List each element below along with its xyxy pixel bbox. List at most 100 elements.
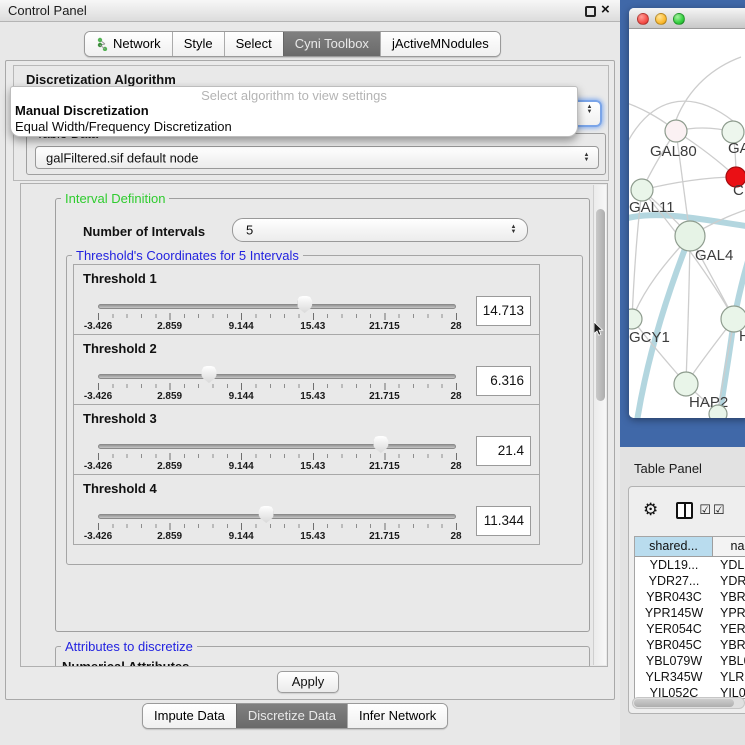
tick-label: -3.426 (84, 531, 112, 542)
combo-stepper-icon[interactable]: ▲▼ (581, 153, 592, 163)
slider-thumb[interactable] (201, 366, 216, 383)
apply-button[interactable]: Apply (277, 671, 339, 693)
checkbox-checked-icon[interactable]: ☑ (699, 503, 711, 518)
threshold-value-field[interactable]: 6.316 (476, 366, 531, 396)
panel-title: Control Panel (8, 3, 87, 18)
slider-track[interactable] (98, 514, 456, 519)
split-columns-icon[interactable] (676, 502, 693, 519)
table-row[interactable]: YBL079WYBL0 (635, 653, 745, 669)
dropdown-option-equal-width[interactable]: Equal Width/Frequency Discretization (11, 119, 577, 135)
network-icon (96, 37, 109, 51)
network-canvas[interactable]: GAL80GACGAL11GAL4GCY1HHAP2 (629, 29, 745, 418)
gear-icon[interactable]: ⚙ (643, 500, 658, 520)
node-label: GAL80 (650, 143, 697, 160)
table-data-combobox[interactable]: galFiltered.sif default node ▲▼ (35, 146, 599, 169)
tab-label: Impute Data (154, 708, 225, 723)
network-view-window: GAL80GACGAL11GAL4GCY1HHAP2 (629, 8, 745, 418)
slider-ticks (98, 383, 457, 390)
cell-name[interactable]: YBL0 (713, 653, 745, 669)
tab-network[interactable]: Network (85, 32, 172, 56)
tick-label: 28 (450, 321, 461, 332)
cell-name[interactable]: YLR3 (713, 669, 745, 685)
tick-label: 9.144 (229, 391, 254, 402)
network-node-gcy1[interactable] (629, 309, 642, 329)
table-row[interactable]: YPR145WYPR1 (635, 605, 745, 621)
attributes-group-label: Attributes to discretize (61, 639, 197, 654)
cell-shared-name[interactable]: YPR145W (635, 605, 713, 621)
tab-label: Style (184, 36, 213, 51)
network-node-gal80[interactable] (665, 120, 687, 142)
table-toolbar: ⚙ ☑ ☑ (629, 495, 745, 525)
network-node-gal11[interactable] (631, 179, 653, 201)
tick-label: 21.715 (369, 391, 400, 402)
bottom-tab-bar: Impute Data Discretize Data Infer Networ… (142, 703, 448, 729)
table-data-group: Table Data galFiltered.sif default node … (26, 133, 606, 175)
number-of-intervals-combobox[interactable]: 5 ▲▼ (232, 218, 528, 242)
tab-impute-data[interactable]: Impute Data (143, 704, 236, 728)
tab-label: jActiveMNodules (392, 36, 489, 51)
tab-discretize-data-selected[interactable]: Discretize Data (236, 704, 347, 728)
float-window-icon[interactable] (585, 6, 596, 17)
cell-name[interactable]: YBR0 (713, 589, 745, 605)
cell-shared-name[interactable]: YDR27... (635, 573, 713, 589)
column-header-shared-name[interactable]: shared... (635, 537, 713, 556)
combo-stepper-icon[interactable]: ▲▼ (508, 225, 519, 235)
tab-infer-network[interactable]: Infer Network (347, 704, 447, 728)
close-icon[interactable]: × (601, 1, 610, 18)
tab-select[interactable]: Select (224, 32, 283, 56)
slider-track[interactable] (98, 304, 456, 309)
table-row[interactable]: YDL19...YDL1 (635, 557, 745, 573)
node-label: GCY1 (629, 329, 670, 346)
table-row[interactable]: YDR27...YDR2 (635, 573, 745, 589)
table-row[interactable]: YLR345WYLR3 (635, 669, 745, 685)
minimize-traffic-light-icon[interactable] (655, 13, 667, 25)
settings-vertical-scrollbar[interactable] (593, 185, 606, 665)
cell-shared-name[interactable]: YBL079W (635, 653, 713, 669)
cell-name[interactable]: YDR2 (713, 573, 745, 589)
threshold-label: Threshold 1 (83, 271, 157, 286)
threshold-value-field[interactable]: 21.4 (476, 436, 531, 466)
network-window-titlebar[interactable] (629, 8, 745, 29)
dropdown-option-manual[interactable]: Manual Discretization (11, 103, 577, 119)
scrollbar-thumb[interactable] (596, 209, 605, 401)
network-node[interactable] (709, 405, 727, 418)
slider-thumb[interactable] (373, 436, 388, 453)
checkbox-checked-icon[interactable]: ☑ (713, 503, 725, 518)
slider-track[interactable] (98, 374, 456, 379)
combo-stepper-icon[interactable]: ▲▼ (584, 105, 595, 115)
threshold-value-field[interactable]: 14.713 (476, 296, 531, 326)
table-row[interactable]: YBR045CYBR0 (635, 637, 745, 653)
cell-name[interactable]: YBR0 (713, 637, 745, 653)
cell-shared-name[interactable]: YDL19... (635, 557, 713, 573)
cell-shared-name[interactable]: YER054C (635, 621, 713, 637)
table-panel-title: Table Panel (634, 461, 702, 476)
scrollbar-thumb[interactable] (634, 699, 734, 707)
tab-style[interactable]: Style (172, 32, 224, 56)
cell-name[interactable]: YDL1 (713, 557, 745, 573)
threshold-panel: Threshold 4 -3.4262.8599.14415.4321.7152… (73, 474, 540, 545)
column-header-name[interactable]: na (713, 537, 745, 556)
threshold-value-field[interactable]: 11.344 (476, 506, 531, 536)
table-row[interactable]: YBR043CYBR0 (635, 589, 745, 605)
table-row[interactable]: YER054CYER0 (635, 621, 745, 637)
close-traffic-light-icon[interactable] (637, 13, 649, 25)
tab-cyni-toolbox-selected[interactable]: Cyni Toolbox (283, 32, 380, 56)
zoom-traffic-light-icon[interactable] (673, 13, 685, 25)
tab-label: Cyni Toolbox (295, 36, 369, 51)
threshold-label: Threshold 3 (83, 411, 157, 426)
cell-shared-name[interactable]: YBR045C (635, 637, 713, 653)
table-horizontal-scrollbar[interactable] (632, 697, 745, 709)
tab-jactivemnodules[interactable]: jActiveMNodules (380, 32, 500, 56)
interval-definition-group: Interval Definition Number of Intervals … (55, 198, 590, 632)
slider-track[interactable] (98, 444, 456, 449)
network-node-hap2[interactable] (674, 372, 698, 396)
slider-ticks (98, 453, 457, 460)
slider-thumb[interactable] (259, 506, 274, 523)
number-of-intervals-label: Number of Intervals (83, 224, 205, 239)
slider-thumb[interactable] (297, 296, 312, 313)
cell-shared-name[interactable]: YBR043C (635, 589, 713, 605)
network-graph: GAL80GACGAL11GAL4GCY1HHAP2 (629, 29, 745, 418)
cell-name[interactable]: YPR1 (713, 605, 745, 621)
cell-shared-name[interactable]: YLR345W (635, 669, 713, 685)
cell-name[interactable]: YER0 (713, 621, 745, 637)
